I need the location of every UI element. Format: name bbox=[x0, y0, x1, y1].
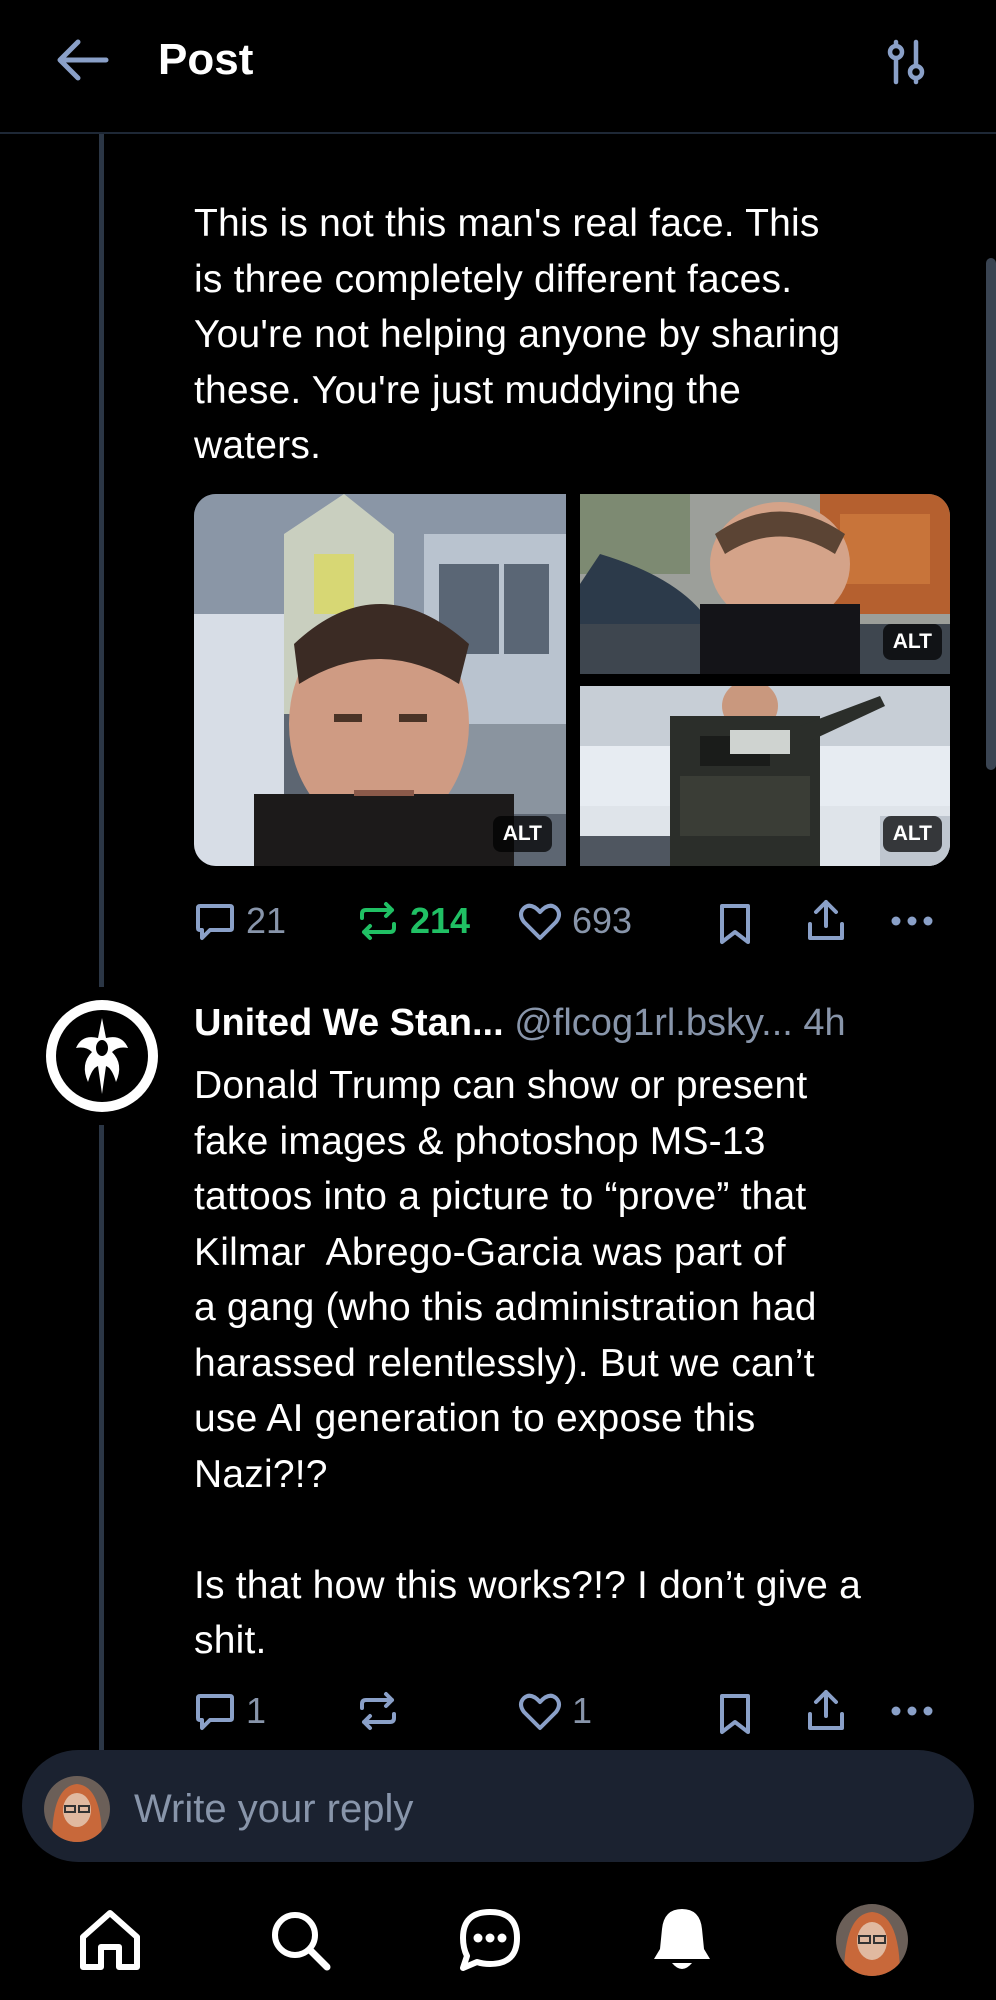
more-options-button[interactable] bbox=[890, 914, 934, 928]
heart-icon bbox=[518, 900, 562, 942]
post-timestamp[interactable]: 4h bbox=[803, 1002, 845, 1044]
user-avatar bbox=[44, 1776, 110, 1842]
bookmark-icon bbox=[716, 1692, 754, 1736]
nav-chat[interactable] bbox=[450, 1900, 530, 1980]
share-icon bbox=[804, 1688, 848, 1734]
author-avatar[interactable] bbox=[46, 1000, 158, 1112]
search-icon bbox=[267, 1907, 333, 1973]
nav-notifications[interactable] bbox=[642, 1900, 722, 1980]
thread-line-top bbox=[99, 132, 104, 987]
share-icon bbox=[804, 898, 848, 944]
bookmark-button[interactable] bbox=[716, 1692, 754, 1736]
scrollbar[interactable] bbox=[986, 258, 996, 770]
bottom-navigation bbox=[0, 1880, 996, 2000]
image-1[interactable]: ALT bbox=[194, 494, 566, 866]
repost-icon bbox=[356, 1690, 400, 1732]
author-name[interactable]: United We Stan... bbox=[194, 1002, 504, 1044]
sliders-icon bbox=[880, 36, 932, 88]
repost-count: 214 bbox=[410, 900, 471, 941]
ellipsis-icon bbox=[890, 914, 934, 928]
alt-badge[interactable]: ALT bbox=[882, 816, 942, 852]
speech-bubble-icon bbox=[194, 1690, 236, 1732]
nav-search[interactable] bbox=[260, 1900, 340, 1980]
author-handle[interactable]: @flcog1rl.bsky... bbox=[514, 1002, 793, 1044]
alt-badge[interactable]: ALT bbox=[492, 816, 552, 852]
reply-count: 1 bbox=[246, 1690, 267, 1731]
reply-count: 21 bbox=[246, 900, 287, 941]
bookmark-button[interactable] bbox=[716, 902, 754, 946]
post-text: This is not this man's real face. This i… bbox=[194, 202, 841, 467]
image-2[interactable]: ALT bbox=[580, 494, 950, 674]
reply-button[interactable]: 21 bbox=[194, 900, 286, 942]
home-icon bbox=[75, 1907, 145, 1973]
image-gallery: ALT ALT ALT bbox=[194, 494, 950, 866]
heart-icon bbox=[518, 1690, 562, 1732]
thread-line-bottom bbox=[99, 1125, 104, 1750]
reply-button[interactable]: 1 bbox=[194, 1690, 266, 1732]
like-count: 693 bbox=[572, 900, 633, 941]
repost-icon bbox=[356, 900, 400, 942]
alt-badge[interactable]: ALT bbox=[882, 624, 942, 660]
nav-home[interactable] bbox=[70, 1900, 150, 1980]
top-bar: Post bbox=[0, 0, 996, 134]
page-title: Post bbox=[158, 35, 254, 84]
bell-icon bbox=[650, 1905, 714, 1975]
more-options-button[interactable] bbox=[890, 1704, 934, 1718]
like-button[interactable]: 693 bbox=[518, 900, 632, 942]
chat-icon bbox=[455, 1906, 525, 1974]
rebel-alliance-logo-icon bbox=[54, 1008, 150, 1104]
like-count: 1 bbox=[572, 1690, 593, 1731]
post-author-line: United We Stan... @flcog1rl.bsky... 4h bbox=[194, 998, 846, 1048]
repost-button[interactable]: 214 bbox=[356, 900, 470, 942]
reply-placeholder[interactable]: Write your reply bbox=[134, 1784, 413, 1834]
post-text: Donald Trump can show or present fake im… bbox=[194, 1064, 862, 1662]
repost-button[interactable] bbox=[356, 1690, 400, 1732]
arrow-left-icon bbox=[54, 38, 110, 82]
bookmark-icon bbox=[716, 902, 754, 946]
like-button[interactable]: 1 bbox=[518, 1690, 592, 1732]
image-3[interactable]: ALT bbox=[580, 686, 950, 866]
profile-avatar bbox=[836, 1904, 908, 1976]
speech-bubble-icon bbox=[194, 900, 236, 942]
thread-settings-button[interactable] bbox=[880, 36, 932, 88]
ellipsis-icon bbox=[890, 1704, 934, 1718]
nav-profile[interactable] bbox=[832, 1900, 912, 1980]
back-button[interactable] bbox=[52, 34, 112, 86]
share-button[interactable] bbox=[804, 898, 848, 944]
share-button[interactable] bbox=[804, 1688, 848, 1734]
